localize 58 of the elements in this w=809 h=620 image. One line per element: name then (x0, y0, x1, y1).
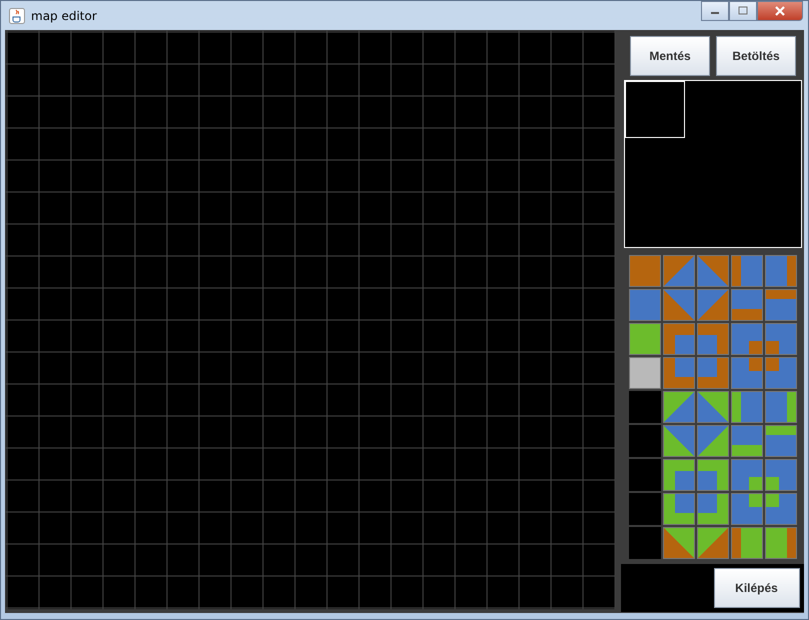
tile-icon[interactable] (696, 323, 728, 355)
tile-icon[interactable] (696, 289, 728, 321)
tile-icon[interactable] (628, 493, 660, 525)
tile-icon[interactable] (662, 493, 694, 525)
toolbar-button[interactable]: Mentés (630, 36, 710, 76)
tile-icon[interactable] (764, 493, 796, 525)
tile-icon[interactable] (764, 391, 796, 423)
tile-icon[interactable] (730, 357, 762, 389)
tile-icon[interactable] (730, 425, 762, 457)
tile-icon[interactable] (730, 391, 762, 423)
tile-icon[interactable] (662, 323, 694, 355)
tile-icon[interactable] (628, 255, 660, 287)
exit-button[interactable]: Kilépés (714, 568, 800, 608)
toolbar-button[interactable]: Betöltés (716, 36, 796, 76)
tile-icon[interactable] (730, 323, 762, 355)
map-grid[interactable] (6, 31, 615, 609)
tile-icon[interactable] (764, 357, 796, 389)
tile-icon[interactable] (730, 255, 762, 287)
close-button[interactable] (757, 1, 803, 21)
tile-icon[interactable] (764, 255, 796, 287)
tile-icon[interactable] (696, 527, 728, 559)
tile-icon[interactable] (628, 459, 660, 491)
tile-icon[interactable] (628, 357, 660, 389)
tile-icon[interactable] (696, 357, 728, 389)
minimize-button[interactable] (701, 1, 729, 21)
cup-icon (9, 8, 25, 24)
tile-icon[interactable] (628, 527, 660, 559)
tile-icon[interactable] (764, 323, 796, 355)
tile-icon[interactable] (730, 289, 762, 321)
tile-icon[interactable] (662, 357, 694, 389)
tile-icon[interactable] (696, 459, 728, 491)
tile-icon[interactable] (696, 255, 728, 287)
close-icon (774, 6, 786, 16)
tile-icon[interactable] (662, 425, 694, 457)
tile-icon[interactable] (628, 289, 660, 321)
tile-icon[interactable] (662, 289, 694, 321)
minimap[interactable] (624, 80, 802, 248)
maximize-icon (738, 6, 748, 16)
tile-icon[interactable] (696, 425, 728, 457)
maximize-button[interactable] (729, 1, 757, 21)
tile-icon[interactable] (696, 391, 728, 423)
tile-icon[interactable] (628, 391, 660, 423)
tile-icon[interactable] (764, 425, 796, 457)
tile-icon[interactable] (696, 493, 728, 525)
tile-icon[interactable] (730, 493, 762, 525)
tile-icon[interactable] (764, 459, 796, 491)
tile-icon[interactable] (662, 527, 694, 559)
tile-icon[interactable] (628, 323, 660, 355)
tile-icon[interactable] (764, 527, 796, 559)
tile-icon[interactable] (662, 255, 694, 287)
tile-icon[interactable] (730, 459, 762, 491)
viewport-frame[interactable] (624, 81, 684, 138)
tile-icon[interactable] (730, 527, 762, 559)
tile-icon[interactable] (662, 391, 694, 423)
tile-icon[interactable] (662, 459, 694, 491)
tile-icon[interactable] (628, 425, 660, 457)
window-title: map editor (31, 8, 97, 22)
tile-icon[interactable] (764, 289, 796, 321)
